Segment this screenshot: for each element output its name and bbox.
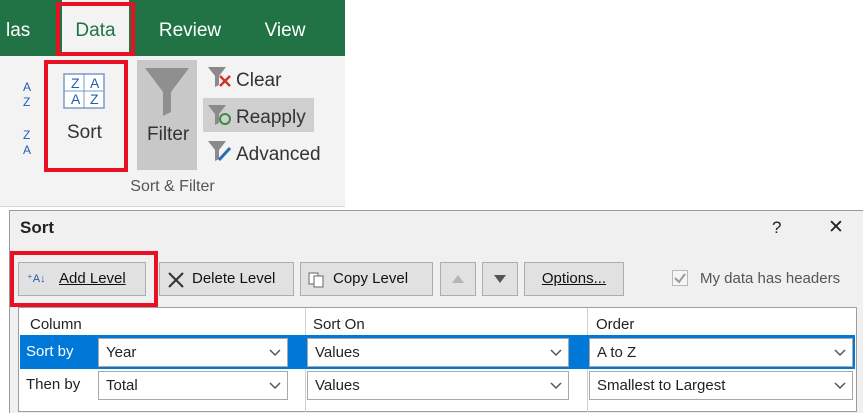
sort-icon-z2: Z (90, 91, 99, 107)
move-down-button[interactable] (482, 262, 518, 296)
clear-filter-button[interactable]: Clear (236, 70, 281, 92)
column-select-row1[interactable]: Year (98, 338, 288, 367)
svg-text:A: A (23, 143, 31, 157)
sort-button[interactable]: Z A A Z (62, 72, 108, 112)
tab-formulas[interactable]: las (0, 0, 48, 56)
arrow-down-icon (494, 275, 506, 283)
sort-on-select-row1[interactable]: Values (307, 338, 569, 367)
move-up-button[interactable] (440, 262, 476, 296)
data-tab-highlight (56, 2, 135, 56)
copy-level-button[interactable]: Copy Level (300, 262, 433, 296)
close-button[interactable]: ✕ (828, 216, 844, 239)
order-select-value: A to Z (597, 344, 637, 361)
headers-checkbox-label[interactable]: My data has headers (700, 270, 840, 287)
order-select-row1[interactable]: A to Z (589, 338, 853, 367)
copy-level-label: Copy Level (333, 270, 409, 287)
delete-x-icon (168, 272, 184, 288)
sort-icon-a: A (90, 75, 100, 91)
order-select-row2[interactable]: Smallest to Largest (589, 371, 853, 400)
filter-button[interactable] (137, 60, 197, 170)
chevron-down-icon (269, 382, 281, 390)
headers-checkbox[interactable] (672, 270, 688, 286)
sort-by-label: Sort by (26, 343, 74, 360)
sort-icon-z: Z (71, 75, 80, 91)
chevron-down-icon (550, 382, 562, 390)
add-level-button[interactable]: ⁺A↓ Add Level (18, 262, 146, 296)
sort-ascending-icon[interactable]: A Z (22, 78, 38, 114)
sort-on-select-value: Values (315, 344, 360, 361)
sort-on-select-row2[interactable]: Values (307, 371, 569, 400)
filter-funnel-icon (145, 68, 189, 116)
arrow-up-icon (452, 275, 464, 283)
advanced-filter-icon (208, 141, 232, 162)
filter-button-label[interactable]: Filter (147, 124, 189, 146)
column-select-row2[interactable]: Total (98, 371, 288, 400)
chevron-down-icon (269, 349, 281, 357)
ribbon-tab-bar: las Data Review View (0, 0, 345, 56)
chevron-down-icon (834, 349, 846, 357)
svg-text:Z: Z (23, 95, 30, 109)
help-button[interactable]: ? (772, 218, 781, 238)
sort-icon-a2: A (71, 91, 81, 107)
options-button[interactable]: Options... (524, 262, 624, 296)
column-select-value: Total (106, 377, 138, 394)
clear-filter-icon (208, 67, 231, 87)
svg-text:Z: Z (23, 128, 30, 142)
checkmark-icon (674, 273, 686, 284)
column-header-order: Order (596, 316, 635, 333)
sort-on-select-value: Values (315, 377, 360, 394)
svg-text:A: A (23, 80, 31, 94)
tab-view[interactable]: View (250, 0, 320, 56)
reapply-label: Reapply (236, 107, 306, 128)
dialog-title: Sort (20, 218, 54, 237)
sort-icon (63, 73, 105, 109)
add-level-label: Add Level (59, 270, 126, 287)
reapply-icon (208, 105, 231, 125)
column-header-column: Column (30, 316, 82, 333)
sort-descending-icon[interactable]: Z A (22, 126, 38, 162)
sort-button-label[interactable]: Sort (67, 122, 102, 144)
delete-level-label: Delete Level (192, 270, 276, 287)
copy-icon (308, 272, 324, 288)
advanced-filter-button[interactable]: Advanced (236, 144, 321, 166)
chevron-down-icon (550, 349, 562, 357)
add-level-icon: ⁺A↓ (27, 273, 46, 285)
column-header-sort-on: Sort On (313, 316, 365, 333)
column-select-value: Year (106, 344, 137, 361)
order-select-value: Smallest to Largest (597, 377, 726, 394)
tab-review[interactable]: Review (145, 0, 235, 56)
sort-filter-group-label: Sort & Filter (130, 178, 215, 195)
delete-level-button[interactable]: Delete Level (159, 262, 294, 296)
then-by-label: Then by (26, 376, 81, 393)
chevron-down-icon (834, 382, 846, 390)
